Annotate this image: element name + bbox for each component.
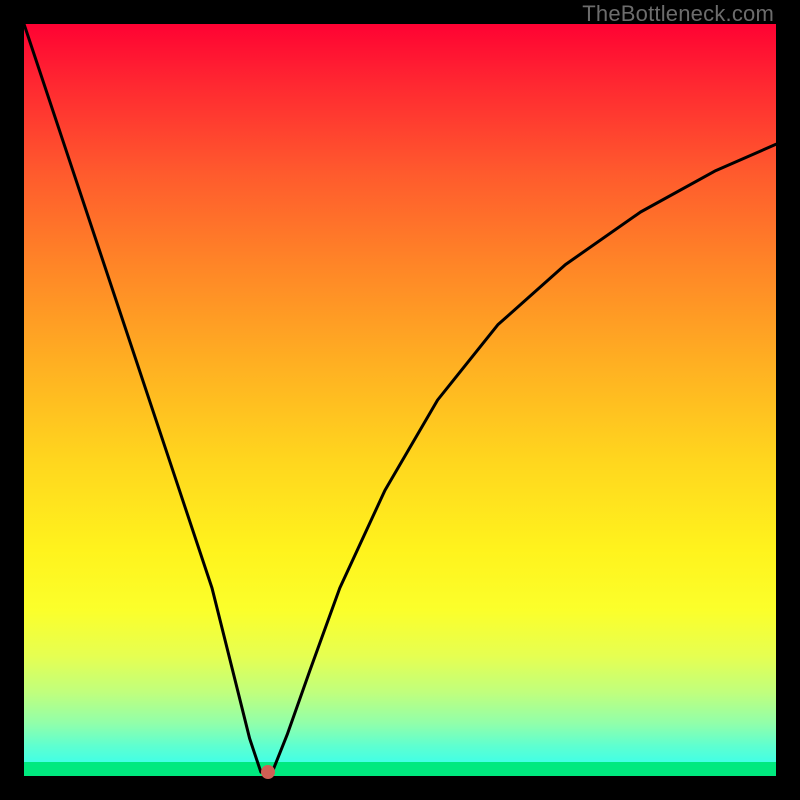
chart-plot-area: [24, 24, 776, 776]
curve-svg: [24, 24, 776, 776]
bottleneck-curve: [24, 24, 776, 772]
watermark-text: TheBottleneck.com: [582, 1, 774, 27]
minimum-marker-dot: [261, 765, 275, 779]
